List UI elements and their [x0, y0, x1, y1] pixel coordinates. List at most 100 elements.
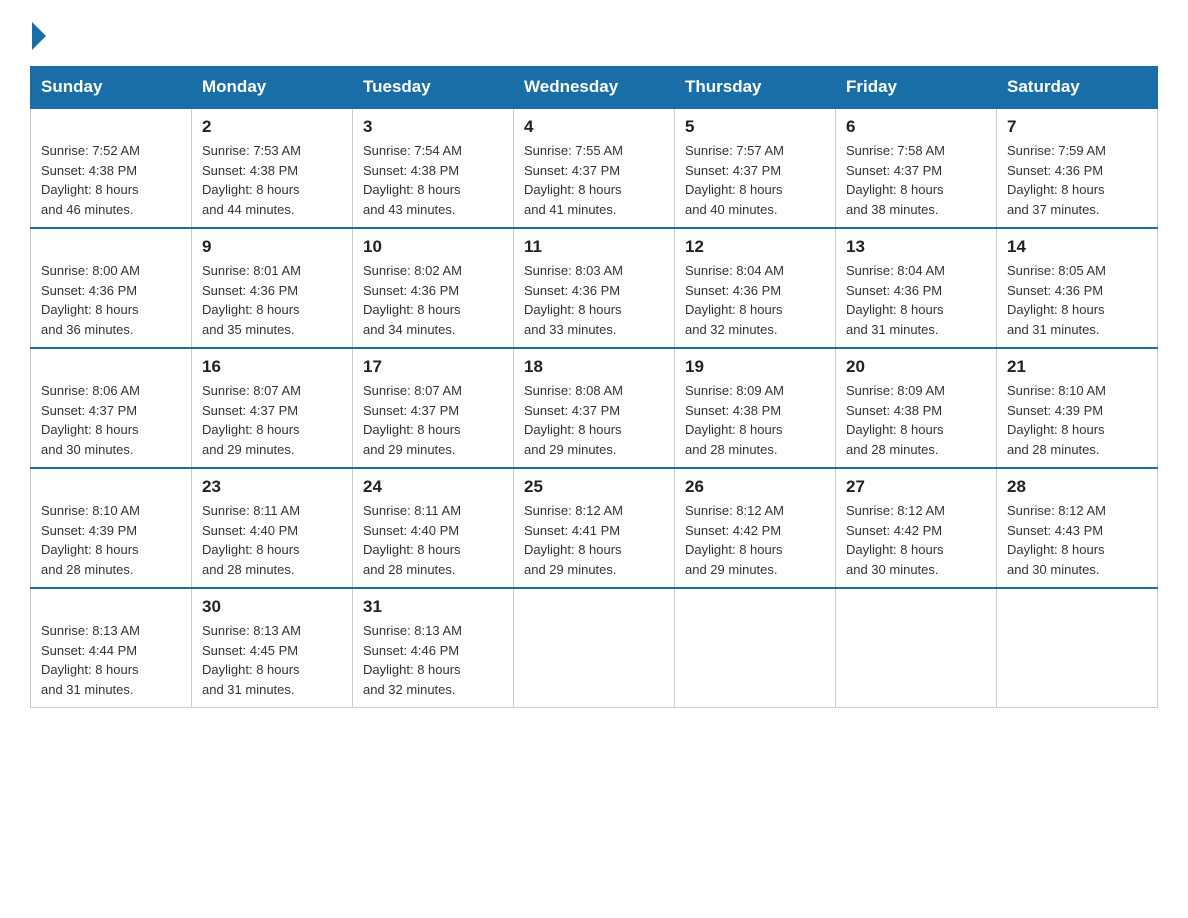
day-number: 2	[202, 117, 342, 137]
day-number: 10	[363, 237, 503, 257]
day-info: Sunrise: 8:00 AMSunset: 4:36 PMDaylight:…	[41, 261, 181, 339]
day-info: Sunrise: 8:13 AMSunset: 4:44 PMDaylight:…	[41, 621, 181, 699]
day-info: Sunrise: 8:04 AMSunset: 4:36 PMDaylight:…	[685, 261, 825, 339]
weekday-header-row: SundayMondayTuesdayWednesdayThursdayFrid…	[31, 67, 1158, 109]
calendar-cell: 25 Sunrise: 8:12 AMSunset: 4:41 PMDayligh…	[514, 468, 675, 588]
day-number: 17	[363, 357, 503, 377]
day-number: 18	[524, 357, 664, 377]
day-info: Sunrise: 8:13 AMSunset: 4:45 PMDaylight:…	[202, 621, 342, 699]
day-number: 31	[363, 597, 503, 617]
calendar-cell: 26Sunrise: 8:12 AMSunset: 4:42 PMDayligh…	[675, 468, 836, 588]
calendar-cell: 18Sunrise: 8:08 AMSunset: 4:37 PMDayligh…	[514, 348, 675, 468]
calendar-cell: 14 Sunrise: 8:05 AMSunset: 4:36 PMDayligh…	[997, 228, 1158, 348]
day-number: 20	[846, 357, 986, 377]
weekday-header-friday: Friday	[836, 67, 997, 109]
day-number: 28	[1007, 477, 1147, 497]
day-info: Sunrise: 8:12 AMSunset: 4:41 PMDaylight:…	[524, 501, 664, 579]
week-row-4: 22Sunrise: 8:10 AMSunset: 4:39 PMDayligh…	[31, 468, 1158, 588]
day-info: Sunrise: 7:54 AMSunset: 4:38 PMDaylight:…	[363, 141, 503, 219]
calendar-cell: 24 Sunrise: 8:11 AMSunset: 4:40 PMDayligh…	[353, 468, 514, 588]
day-number: 22	[41, 477, 181, 497]
day-info: Sunrise: 7:59 AMSunset: 4:36 PMDaylight:…	[1007, 141, 1147, 219]
weekday-header-tuesday: Tuesday	[353, 67, 514, 109]
calendar-cell	[997, 588, 1158, 708]
calendar-cell: 4 Sunrise: 7:55 AMSunset: 4:37 PMDaylight…	[514, 108, 675, 228]
day-number: 14	[1007, 237, 1147, 257]
day-info: Sunrise: 8:02 AMSunset: 4:36 PMDaylight:…	[363, 261, 503, 339]
calendar-table: SundayMondayTuesdayWednesdayThursdayFrid…	[30, 66, 1158, 708]
week-row-1: 1Sunrise: 7:52 AMSunset: 4:38 PMDaylight…	[31, 108, 1158, 228]
day-number: 4	[524, 117, 664, 137]
day-info: Sunrise: 8:09 AMSunset: 4:38 PMDaylight:…	[846, 381, 986, 459]
logo	[30, 20, 48, 48]
day-number: 11	[524, 237, 664, 257]
day-number: 19	[685, 357, 825, 377]
day-info: Sunrise: 8:12 AMSunset: 4:43 PMDaylight:…	[1007, 501, 1147, 579]
logo-arrow-icon	[32, 22, 46, 50]
day-number: 13	[846, 237, 986, 257]
calendar-cell	[514, 588, 675, 708]
calendar-cell: 8 Sunrise: 8:00 AMSunset: 4:36 PMDaylight…	[31, 228, 192, 348]
weekday-header-thursday: Thursday	[675, 67, 836, 109]
day-number: 7	[1007, 117, 1147, 137]
calendar-cell	[675, 588, 836, 708]
day-number: 25	[524, 477, 664, 497]
calendar-cell: 2Sunrise: 7:53 AMSunset: 4:38 PMDaylight…	[192, 108, 353, 228]
calendar-cell: 20 Sunrise: 8:09 AMSunset: 4:38 PMDayligh…	[836, 348, 997, 468]
weekday-header-monday: Monday	[192, 67, 353, 109]
calendar-cell: 19 Sunrise: 8:09 AMSunset: 4:38 PMDayligh…	[675, 348, 836, 468]
day-number: 21	[1007, 357, 1147, 377]
calendar-cell: 23 Sunrise: 8:11 AMSunset: 4:40 PMDayligh…	[192, 468, 353, 588]
calendar-cell: 9Sunrise: 8:01 AMSunset: 4:36 PMDaylight…	[192, 228, 353, 348]
calendar-cell: 22Sunrise: 8:10 AMSunset: 4:39 PMDayligh…	[31, 468, 192, 588]
day-info: Sunrise: 8:09 AMSunset: 4:38 PMDaylight:…	[685, 381, 825, 459]
calendar-cell: 12 Sunrise: 8:04 AMSunset: 4:36 PMDayligh…	[675, 228, 836, 348]
day-info: Sunrise: 8:12 AMSunset: 4:42 PMDaylight:…	[846, 501, 986, 579]
calendar-cell: 3 Sunrise: 7:54 AMSunset: 4:38 PMDaylight…	[353, 108, 514, 228]
calendar-cell: 27 Sunrise: 8:12 AMSunset: 4:42 PMDayligh…	[836, 468, 997, 588]
calendar-cell: 5Sunrise: 7:57 AMSunset: 4:37 PMDaylight…	[675, 108, 836, 228]
day-info: Sunrise: 8:04 AMSunset: 4:36 PMDaylight:…	[846, 261, 986, 339]
day-info: Sunrise: 7:55 AMSunset: 4:37 PMDaylight:…	[524, 141, 664, 219]
weekday-header-wednesday: Wednesday	[514, 67, 675, 109]
calendar-cell: 13 Sunrise: 8:04 AMSunset: 4:36 PMDayligh…	[836, 228, 997, 348]
calendar-cell: 11Sunrise: 8:03 AMSunset: 4:36 PMDayligh…	[514, 228, 675, 348]
day-number: 30	[202, 597, 342, 617]
day-number: 5	[685, 117, 825, 137]
day-info: Sunrise: 7:58 AMSunset: 4:37 PMDaylight:…	[846, 141, 986, 219]
calendar-cell: 6 Sunrise: 7:58 AMSunset: 4:37 PMDaylight…	[836, 108, 997, 228]
day-number: 3	[363, 117, 503, 137]
day-number: 1	[41, 117, 181, 137]
day-info: Sunrise: 8:13 AMSunset: 4:46 PMDaylight:…	[363, 621, 503, 699]
day-number: 27	[846, 477, 986, 497]
calendar-cell: 29Sunrise: 8:13 AMSunset: 4:44 PMDayligh…	[31, 588, 192, 708]
calendar-cell: 17 Sunrise: 8:07 AMSunset: 4:37 PMDayligh…	[353, 348, 514, 468]
page-header	[30, 20, 1158, 48]
day-info: Sunrise: 8:06 AMSunset: 4:37 PMDaylight:…	[41, 381, 181, 459]
day-info: Sunrise: 8:07 AMSunset: 4:37 PMDaylight:…	[202, 381, 342, 459]
day-number: 26	[685, 477, 825, 497]
day-number: 23	[202, 477, 342, 497]
calendar-cell: 16 Sunrise: 8:07 AMSunset: 4:37 PMDayligh…	[192, 348, 353, 468]
day-number: 6	[846, 117, 986, 137]
calendar-cell	[836, 588, 997, 708]
weekday-header-sunday: Sunday	[31, 67, 192, 109]
day-info: Sunrise: 8:11 AMSunset: 4:40 PMDaylight:…	[202, 501, 342, 579]
day-number: 16	[202, 357, 342, 377]
day-info: Sunrise: 8:01 AMSunset: 4:36 PMDaylight:…	[202, 261, 342, 339]
calendar-cell: 1Sunrise: 7:52 AMSunset: 4:38 PMDaylight…	[31, 108, 192, 228]
day-info: Sunrise: 8:05 AMSunset: 4:36 PMDaylight:…	[1007, 261, 1147, 339]
day-info: Sunrise: 8:11 AMSunset: 4:40 PMDaylight:…	[363, 501, 503, 579]
calendar-cell: 10 Sunrise: 8:02 AMSunset: 4:36 PMDayligh…	[353, 228, 514, 348]
calendar-cell: 7 Sunrise: 7:59 AMSunset: 4:36 PMDaylight…	[997, 108, 1158, 228]
calendar-cell: 30 Sunrise: 8:13 AMSunset: 4:45 PMDayligh…	[192, 588, 353, 708]
week-row-3: 15Sunrise: 8:06 AMSunset: 4:37 PMDayligh…	[31, 348, 1158, 468]
day-number: 24	[363, 477, 503, 497]
week-row-5: 29Sunrise: 8:13 AMSunset: 4:44 PMDayligh…	[31, 588, 1158, 708]
calendar-cell: 28 Sunrise: 8:12 AMSunset: 4:43 PMDayligh…	[997, 468, 1158, 588]
day-info: Sunrise: 8:07 AMSunset: 4:37 PMDaylight:…	[363, 381, 503, 459]
day-info: Sunrise: 8:10 AMSunset: 4:39 PMDaylight:…	[1007, 381, 1147, 459]
day-number: 8	[41, 237, 181, 257]
calendar-cell: 15Sunrise: 8:06 AMSunset: 4:37 PMDayligh…	[31, 348, 192, 468]
day-number: 12	[685, 237, 825, 257]
